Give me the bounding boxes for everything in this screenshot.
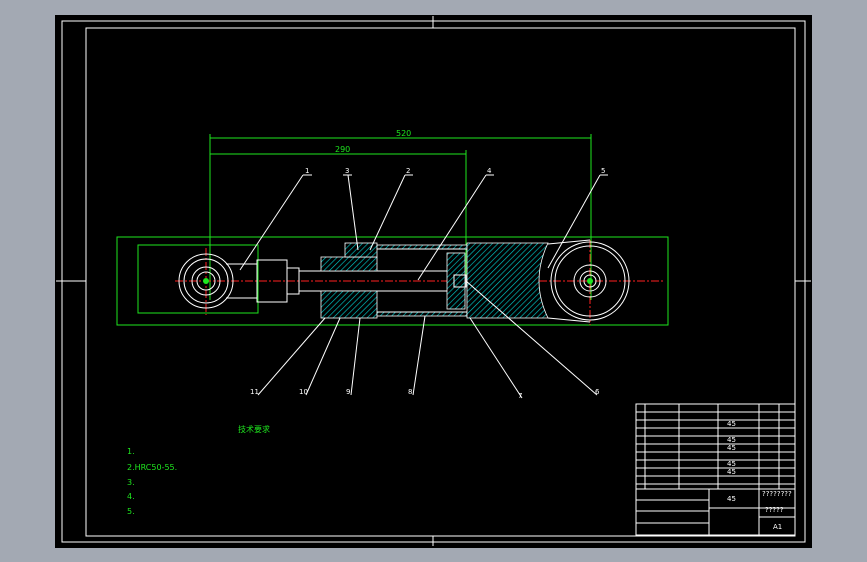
balloon-7: 7 xyxy=(518,392,522,400)
dim-overall: 520 xyxy=(396,129,411,138)
balloon-11: 11 xyxy=(250,388,259,396)
requirement-line: 5. xyxy=(127,507,135,516)
part-material: 45 xyxy=(727,444,736,452)
requirement-line: 2.HRC50-55. xyxy=(127,463,178,472)
rear-cap xyxy=(466,242,549,319)
dimension-lines: 520 290 xyxy=(116,129,669,326)
balloon-2: 2 xyxy=(406,167,410,175)
sheet-size: A1 xyxy=(773,523,782,531)
balloon-9: 9 xyxy=(346,388,350,396)
balloon-8: 8 xyxy=(408,388,412,396)
drawing-name: ???????? xyxy=(762,490,792,498)
balloon-1: 1 xyxy=(305,167,309,175)
requirement-line: 4. xyxy=(127,492,135,501)
part-material: 45 xyxy=(727,436,736,444)
tech-requirements-title: 技术要求 xyxy=(238,425,270,434)
requirement-line: 1. xyxy=(127,447,135,456)
leaders: 1 3 2 4 5 11 10 9 8 7 6 xyxy=(239,167,608,400)
material-value: 45 xyxy=(727,495,736,503)
piston xyxy=(446,252,466,310)
barrel-top xyxy=(376,244,468,250)
part-material: 45 xyxy=(727,460,736,468)
balloon-6: 6 xyxy=(595,388,600,396)
balloon-10: 10 xyxy=(299,388,308,396)
dim-body: 290 xyxy=(335,145,350,154)
drawing-number: ????? xyxy=(765,506,784,514)
part-material: 45 xyxy=(727,420,736,428)
balloon-4: 4 xyxy=(487,167,492,175)
balloon-3: 3 xyxy=(345,167,349,175)
balloon-5: 5 xyxy=(601,167,605,175)
title-block: 45 45 45 45 45 45 ???????? ????? A1 xyxy=(635,403,796,536)
barrel-bottom xyxy=(376,311,468,317)
part-material: 45 xyxy=(727,468,736,476)
requirement-line: 3. xyxy=(127,478,135,487)
rod-eye-right xyxy=(550,241,630,321)
